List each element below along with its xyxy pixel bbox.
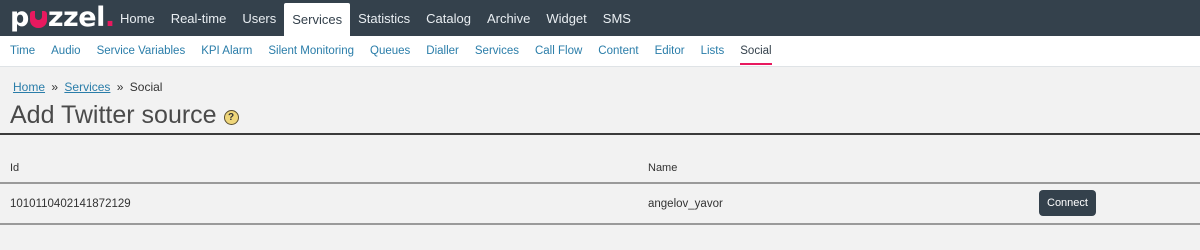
connect-button[interactable]: Connect [1039,190,1096,216]
subnav-item-editor[interactable]: Editor [647,36,693,66]
sub-navigation: Time Audio Service Variables KPI Alarm S… [0,36,1200,67]
table-header-divider [0,182,1200,184]
topnav-item-sms[interactable]: SMS [595,0,639,36]
top-navigation-bar: p zzel. Home Real-time Users Services Sta… [0,0,1200,36]
column-header-name: Name [648,162,678,174]
breadcrumb-home-link[interactable]: Home [13,80,45,94]
subnav-item-services[interactable]: Services [467,36,527,66]
subnav-item-audio[interactable]: Audio [43,36,88,66]
topnav-item-statistics[interactable]: Statistics [350,0,418,36]
subnav-item-time[interactable]: Time [2,36,43,66]
subnav-item-call-flow[interactable]: Call Flow [527,36,590,66]
page-title-wrapper: Add Twitter source ? [10,101,239,130]
logo-text-prefix: p [10,1,29,33]
breadcrumb-separator: » [51,80,59,94]
subnav-item-lists[interactable]: Lists [693,36,733,66]
subnav-item-service-variables[interactable]: Service Variables [89,36,194,66]
subnav-item-dialler[interactable]: Dialler [418,36,467,66]
subnav-item-content[interactable]: Content [590,36,646,66]
subnav-item-social[interactable]: Social [732,36,779,66]
subnav-item-kpi-alarm[interactable]: KPI Alarm [193,36,260,66]
help-icon[interactable]: ? [223,109,239,125]
row-id-cell: 1010110402141872129 [10,198,131,210]
breadcrumb: Home » Services » Social [13,80,162,94]
topnav-item-catalog[interactable]: Catalog [418,0,479,36]
puzzel-logo[interactable]: p zzel. [10,1,115,33]
topnav-item-services[interactable]: Services [284,3,351,36]
column-header-id: Id [10,162,20,174]
subnav-item-queues[interactable]: Queues [362,36,418,66]
breadcrumb-current: Social [129,80,163,94]
logo-u-mark [29,10,47,28]
row-name-cell: angelov_yavor [648,198,723,210]
topnav-item-home[interactable]: Home [112,0,163,36]
topnav-item-widget[interactable]: Widget [538,0,594,36]
subnav-item-silent-monitoring[interactable]: Silent Monitoring [260,36,362,66]
main-menu: Home Real-time Users Services Statistics… [112,0,639,36]
topnav-item-archive[interactable]: Archive [479,0,538,36]
breadcrumb-services-link[interactable]: Services [64,80,110,94]
topnav-item-real-time[interactable]: Real-time [163,0,235,36]
table-row-divider [0,223,1200,225]
breadcrumb-separator: » [116,80,124,94]
title-divider [0,133,1200,135]
page-title: Add Twitter source [10,101,217,129]
topnav-item-users[interactable]: Users [234,0,284,36]
logo-text-suffix: zzel [47,1,106,33]
